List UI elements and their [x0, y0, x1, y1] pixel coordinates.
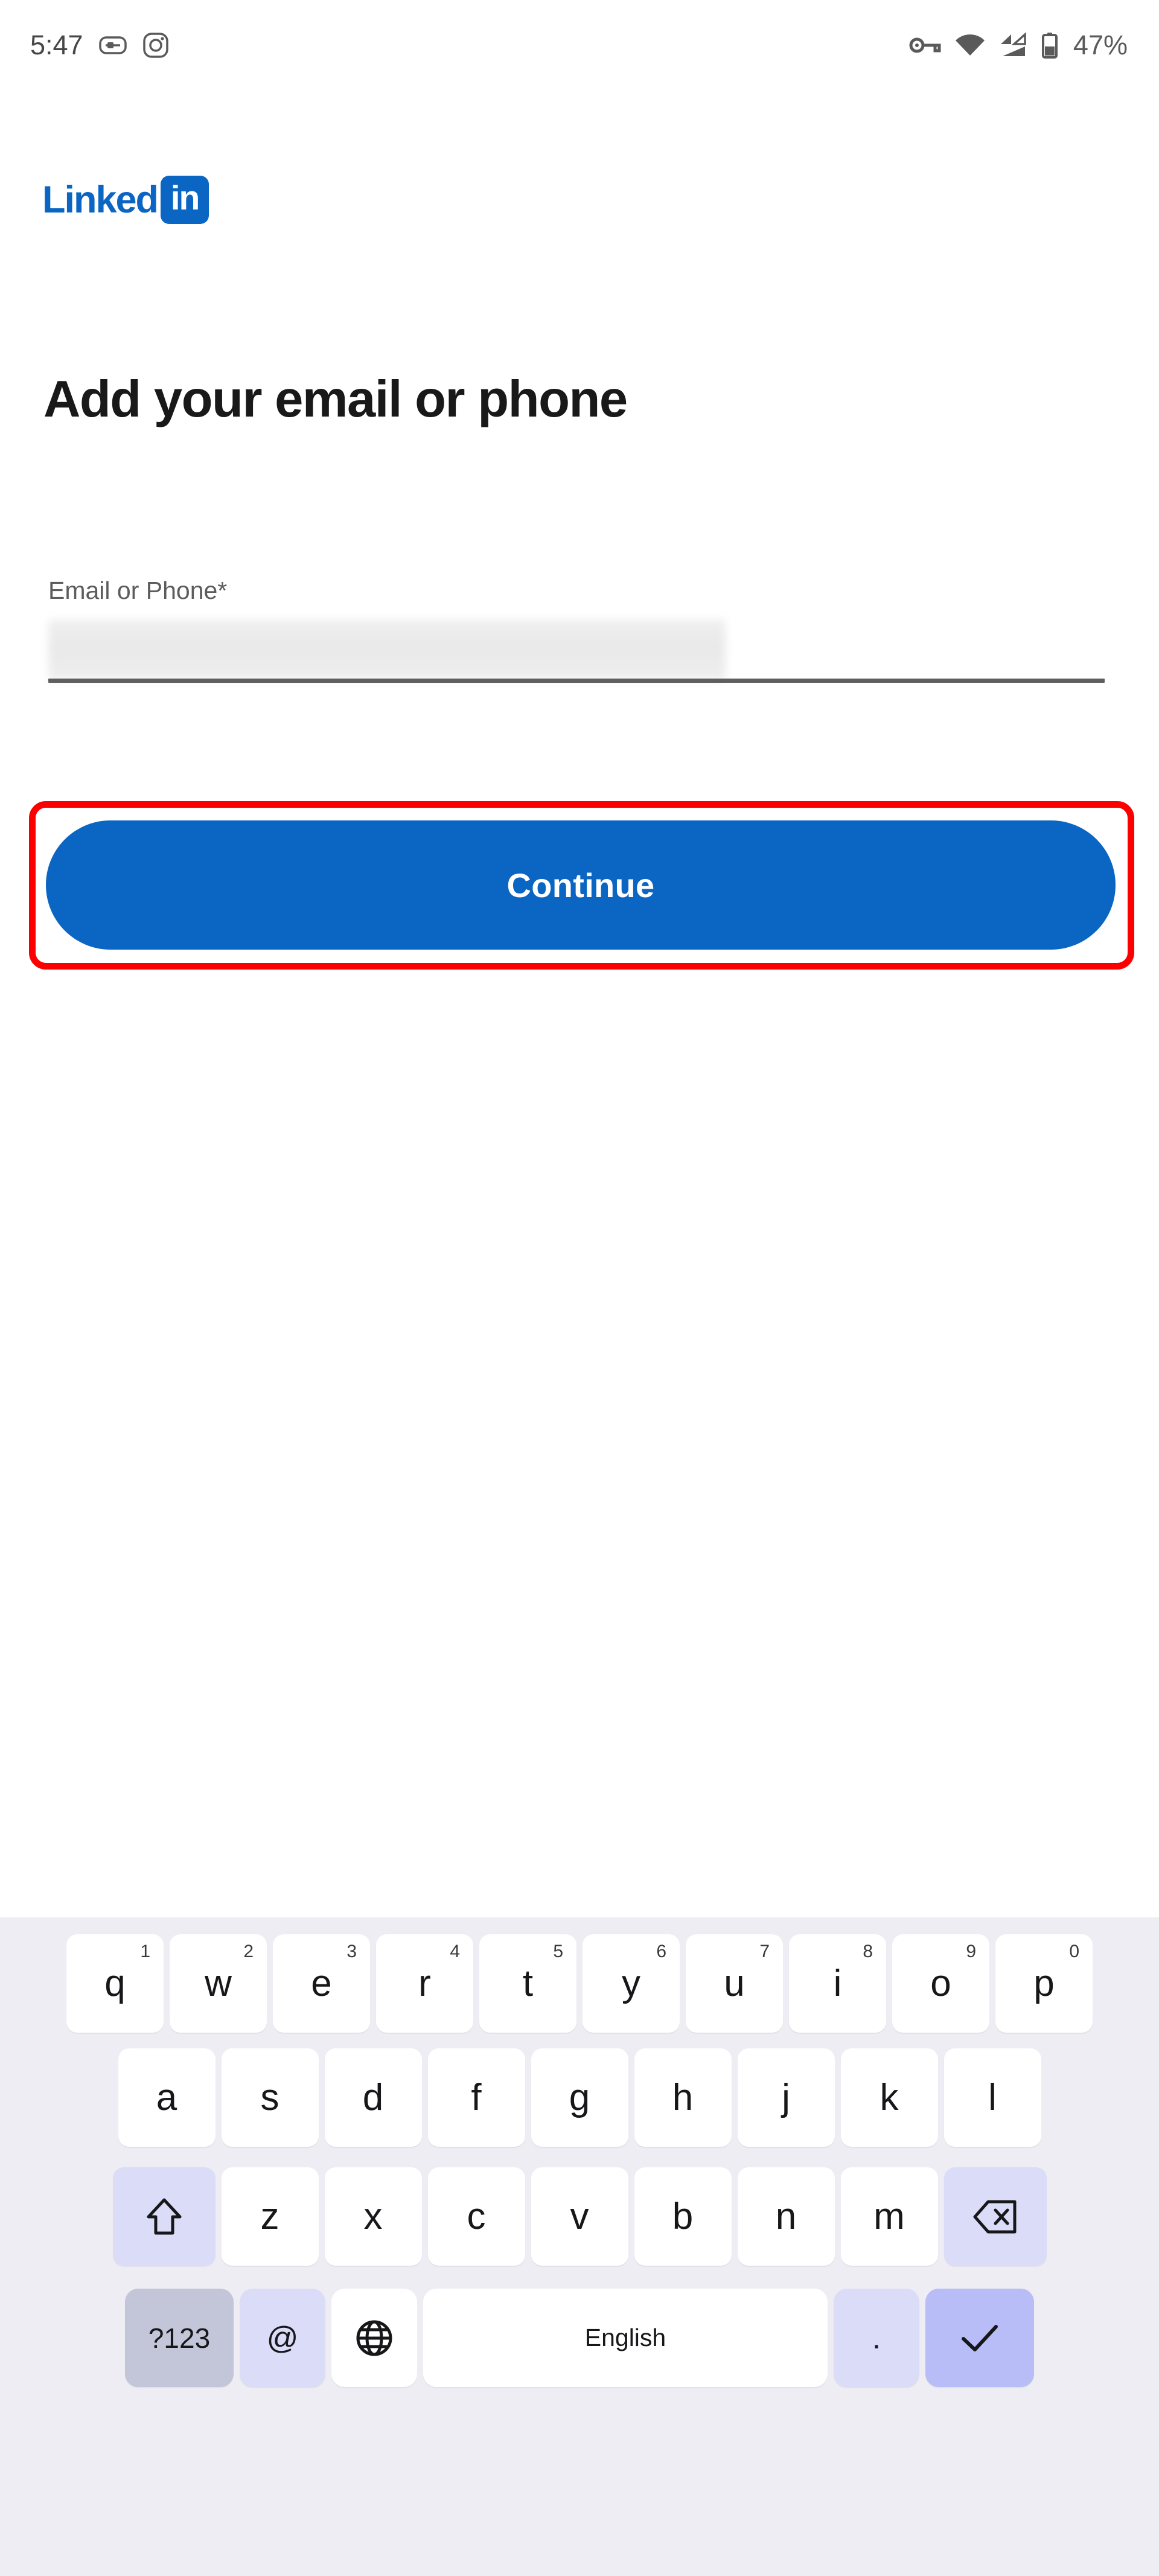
shift-key[interactable]	[112, 2167, 216, 2266]
key-r-label: r	[418, 1962, 431, 2004]
key-w[interactable]: 2w	[170, 1934, 267, 2033]
keyboard-row-3: z x c v b n m	[0, 2157, 1159, 2276]
key-s[interactable]: s	[221, 2048, 319, 2147]
key-e[interactable]: 3e	[273, 1934, 370, 2033]
key-p[interactable]: 0p	[995, 1934, 1093, 2033]
email-or-phone-input[interactable]	[48, 619, 1105, 683]
keyboard-row-2: a s d f g h j k l	[0, 2038, 1159, 2157]
globe-icon	[356, 2319, 393, 2357]
key-e-number: 3	[346, 1941, 357, 1961]
backspace-key[interactable]	[943, 2167, 1047, 2266]
backspace-icon	[972, 2199, 1018, 2234]
redacted-value-overlay	[48, 619, 726, 680]
key-i[interactable]: 8i	[789, 1934, 886, 2033]
key-q-number: 1	[140, 1941, 150, 1961]
period-key[interactable]: .	[834, 2289, 919, 2387]
key-t-label: t	[522, 1962, 534, 2004]
spacebar-key[interactable]: English	[423, 2289, 828, 2387]
instagram-icon	[142, 32, 169, 59]
key-u[interactable]: 7u	[686, 1934, 783, 2033]
key-f[interactable]: f	[427, 2048, 525, 2147]
key-b[interactable]: b	[634, 2167, 732, 2266]
key-w-number: 2	[243, 1941, 254, 1961]
cellular-signal-icon	[998, 33, 1027, 58]
key-v[interactable]: v	[531, 2167, 628, 2266]
key-o-number: 9	[966, 1941, 976, 1961]
continue-button[interactable]: Continue	[46, 820, 1116, 950]
keyboard-row-4: ?123 @ English .	[0, 2276, 1159, 2400]
enter-key[interactable]	[925, 2289, 1034, 2387]
on-screen-keyboard: 1q 2w 3e 4r 5t 6y 7u 8i 9o 0p a s d f g …	[0, 1917, 1159, 2576]
key-r[interactable]: 4r	[376, 1934, 473, 2033]
key-z[interactable]: z	[221, 2167, 319, 2266]
phone-screen: 5:47 47% Linked in Add your email or pho…	[0, 0, 1159, 2576]
key-o-label: o	[930, 1962, 951, 2004]
key-p-number: 0	[1069, 1941, 1079, 1961]
key-t-number: 5	[553, 1941, 563, 1961]
logo-badge-label: in	[170, 178, 200, 217]
key-i-number: 8	[863, 1941, 873, 1961]
key-l[interactable]: l	[943, 2048, 1041, 2147]
key-i-label: i	[833, 1962, 842, 2004]
status-bar: 5:47 47%	[0, 0, 1159, 91]
status-bar-right: 47%	[909, 30, 1128, 61]
key-w-label: w	[205, 1962, 232, 2004]
symbols-key[interactable]: ?123	[125, 2289, 234, 2387]
key-n[interactable]: n	[737, 2167, 835, 2266]
logo-badge-icon: in	[161, 176, 209, 224]
logo-wordmark: Linked	[42, 178, 159, 221]
sim-card-icon	[98, 35, 127, 56]
key-h[interactable]: h	[634, 2048, 732, 2147]
key-d[interactable]: d	[324, 2048, 422, 2147]
keyboard-row-1: 1q 2w 3e 4r 5t 6y 7u 8i 9o 0p	[0, 1917, 1159, 2038]
wifi-icon	[955, 33, 985, 57]
key-g[interactable]: g	[531, 2048, 628, 2147]
key-o[interactable]: 9o	[892, 1934, 989, 2033]
key-y-number: 6	[656, 1941, 666, 1961]
status-clock: 5:47	[30, 30, 83, 60]
key-u-label: u	[724, 1962, 745, 2004]
email-or-phone-field: Email or Phone*	[48, 577, 1105, 683]
battery-icon	[1041, 32, 1059, 59]
key-j[interactable]: j	[737, 2048, 835, 2147]
key-p-label: p	[1033, 1962, 1055, 2004]
input-underline	[48, 679, 1105, 683]
key-q-label: q	[104, 1962, 126, 2004]
key-y-label: y	[622, 1962, 640, 2004]
key-m[interactable]: m	[840, 2167, 938, 2266]
language-switch-key[interactable]	[331, 2289, 417, 2387]
key-u-number: 7	[759, 1941, 770, 1961]
page-title: Add your email or phone	[43, 371, 628, 428]
checkmark-icon	[960, 2322, 1000, 2354]
status-bar-left: 5:47	[30, 30, 169, 61]
vpn-key-icon	[909, 35, 942, 56]
key-y[interactable]: 6y	[583, 1934, 680, 2033]
key-a[interactable]: a	[118, 2048, 216, 2147]
at-key[interactable]: @	[240, 2289, 325, 2387]
linkedin-logo: Linked in	[42, 176, 209, 224]
key-x[interactable]: x	[324, 2167, 422, 2266]
shift-arrow-icon	[145, 2197, 183, 2237]
key-e-label: e	[311, 1962, 332, 2004]
email-or-phone-label: Email or Phone*	[48, 577, 228, 604]
key-t[interactable]: 5t	[479, 1934, 576, 2033]
key-k[interactable]: k	[840, 2048, 938, 2147]
key-c[interactable]: c	[427, 2167, 525, 2266]
key-r-number: 4	[450, 1941, 460, 1961]
key-q[interactable]: 1q	[66, 1934, 164, 2033]
battery-percent-label: 47%	[1073, 30, 1128, 60]
